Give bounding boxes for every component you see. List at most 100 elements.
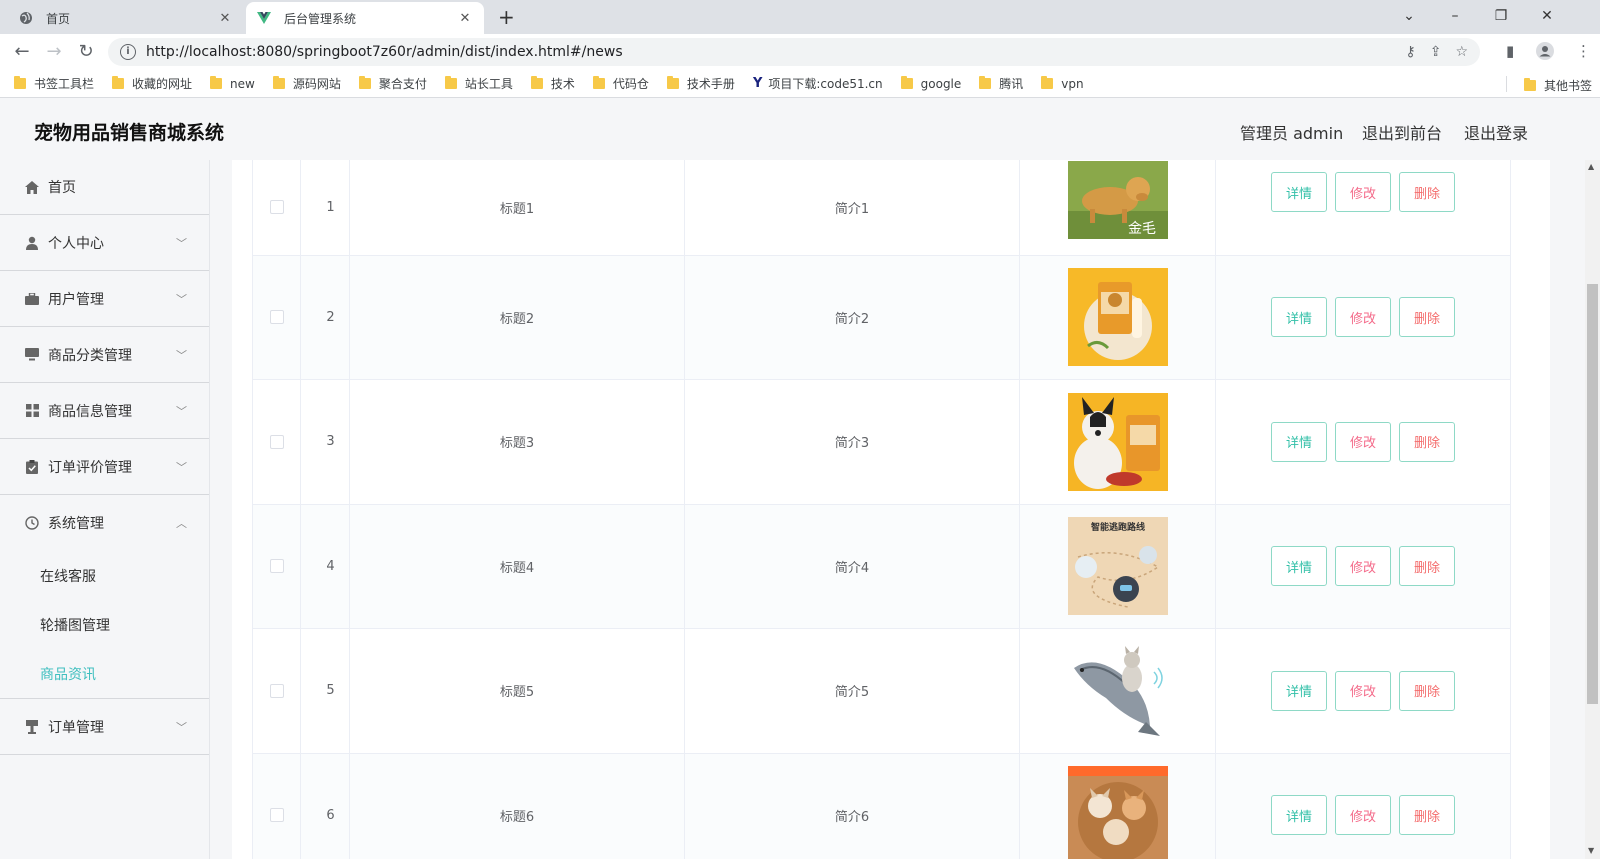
row-title: 标题5 — [349, 628, 685, 754]
row-checkbox[interactable] — [269, 310, 284, 324]
close-icon[interactable]: ✕ — [456, 11, 474, 26]
chevron-down-icon: ﹀ — [176, 237, 187, 250]
window-close-icon[interactable]: ✕ — [1524, 4, 1570, 28]
row-actions: 详情 修改 删除 — [1215, 160, 1511, 256]
edit-button[interactable]: 修改 — [1334, 670, 1391, 711]
delete-button[interactable]: 删除 — [1399, 795, 1456, 835]
main-content: 1 标题1 简介1 金毛 详情 修改 删除 2 标题2 简介2 详情 修改 删除… — [210, 160, 1600, 859]
edit-button[interactable]: 修改 — [1334, 297, 1391, 337]
folder-icon — [592, 76, 605, 89]
site-info-icon[interactable]: i — [120, 44, 136, 60]
row-actions: 详情 修改 删除 — [1215, 504, 1511, 629]
url-bar[interactable]: i http://localhost:8080/springboot7z60r/… — [108, 38, 1480, 66]
bookmark[interactable]: 书签工具栏 — [14, 75, 94, 92]
home-icon — [24, 179, 40, 195]
delete-button[interactable]: 删除 — [1399, 172, 1456, 213]
row-intro: 简介1 — [684, 160, 1020, 256]
browser-tab-admin[interactable]: 后台管理系统 ✕ — [246, 2, 484, 34]
briefcase-icon — [24, 291, 40, 307]
bookmark[interactable]: Y 项目下载:code51.cn — [753, 75, 883, 92]
app-header: 宠物用品销售商城系统 管理员 admin 退出到前台 退出登录 — [0, 98, 1600, 160]
edit-button[interactable]: 修改 — [1334, 172, 1391, 213]
delete-button[interactable]: 删除 — [1399, 670, 1456, 711]
table-row: 1 标题1 简介1 金毛 详情 修改 删除 — [252, 160, 1511, 256]
menu-kebab-icon[interactable]: ⋮ — [1576, 42, 1591, 60]
detail-button[interactable]: 详情 — [1270, 795, 1327, 835]
news-table: 1 标题1 简介1 金毛 详情 修改 删除 2 标题2 简介2 详情 修改 删除… — [252, 160, 1511, 859]
sidebar-subitem-carousel[interactable]: 轮播图管理 — [0, 600, 209, 649]
detail-button[interactable]: 详情 — [1270, 421, 1327, 462]
scroll-thumb[interactable] — [1587, 284, 1598, 704]
star-icon[interactable]: ☆ — [1455, 44, 1468, 60]
logout-link[interactable]: 退出登录 — [1464, 120, 1528, 144]
back-icon[interactable]: ← — [10, 41, 34, 63]
row-checkbox[interactable] — [269, 683, 284, 698]
new-tab-icon[interactable]: + — [498, 5, 515, 29]
bookmark[interactable]: 收藏的网址 — [112, 75, 192, 92]
profile-avatar-icon[interactable] — [1536, 42, 1554, 64]
sidebar-item-users[interactable]: 用户管理 ﹀ — [0, 271, 209, 327]
bookmark[interactable]: 技术手册 — [666, 75, 735, 92]
sidebar-item-orders[interactable]: 订单管理 ﹀ — [0, 699, 209, 755]
detail-button[interactable]: 详情 — [1270, 546, 1327, 586]
bookmark[interactable]: new — [210, 76, 255, 91]
browser-tab-home[interactable]: 首页 ✕ — [8, 2, 244, 34]
bookmark[interactable]: 站长工具 — [444, 75, 513, 92]
row-actions: 详情 修改 删除 — [1215, 753, 1511, 859]
minimize-icon[interactable]: – — [1432, 4, 1478, 28]
sidebar-subitem-online-service[interactable]: 在线客服 — [0, 551, 209, 600]
detail-button[interactable]: 详情 — [1270, 670, 1327, 711]
delete-button[interactable]: 删除 — [1399, 297, 1456, 337]
row-checkbox[interactable] — [269, 434, 284, 449]
key-icon[interactable]: ⚷ — [1405, 44, 1415, 60]
scroll-up-icon[interactable]: ▲ — [1588, 162, 1594, 171]
row-checkbox[interactable] — [269, 808, 284, 822]
reload-icon[interactable]: ↻ — [74, 41, 98, 63]
restore-icon[interactable]: ❐ — [1478, 4, 1524, 28]
sidebar-item-reviews[interactable]: 订单评价管理 ﹀ — [0, 439, 209, 495]
row-checkbox[interactable] — [269, 559, 284, 573]
side-panel-icon[interactable]: ▮ — [1506, 42, 1514, 60]
fish-toy-cat-image — [1067, 641, 1168, 740]
row-intro: 简介4 — [684, 504, 1020, 629]
sidebar-item-products[interactable]: 商品信息管理 ﹀ — [0, 383, 209, 439]
bookmark[interactable]: 腾讯 — [979, 75, 1023, 92]
bookmark[interactable]: 聚合支付 — [358, 75, 427, 92]
address-toolbar: ← → ↻ i http://localhost:8080/springboot… — [0, 34, 1600, 70]
row-image-cell: 金毛 — [1019, 160, 1216, 256]
chevron-up-icon: ︿ — [176, 517, 187, 530]
bookmark[interactable]: vpn — [1041, 76, 1084, 91]
edit-button[interactable]: 修改 — [1334, 795, 1391, 835]
forward-icon[interactable]: → — [42, 41, 66, 63]
bookmark[interactable]: 技术 — [530, 75, 575, 92]
share-icon[interactable]: ⇪ — [1430, 44, 1442, 60]
page-scrollbar[interactable]: ▲ ▼ — [1585, 160, 1600, 859]
close-icon[interactable]: ✕ — [216, 11, 234, 26]
folder-icon — [358, 76, 371, 89]
folder-icon — [900, 76, 913, 89]
detail-button[interactable]: 详情 — [1270, 172, 1327, 213]
bookmark[interactable]: google — [900, 76, 961, 91]
scroll-down-icon[interactable]: ▼ — [1588, 846, 1594, 855]
to-front-link[interactable]: 退出到前台 — [1362, 120, 1442, 144]
bookmark[interactable]: 源码网站 — [272, 75, 341, 92]
bookmark[interactable]: 代码仓 — [592, 75, 649, 92]
sidebar-subitem-news[interactable]: 商品资讯 — [0, 649, 209, 698]
detail-button[interactable]: 详情 — [1270, 297, 1327, 337]
delete-button[interactable]: 删除 — [1399, 546, 1456, 586]
folder-icon — [14, 76, 26, 89]
sidebar-item-categories[interactable]: 商品分类管理 ﹀ — [0, 327, 209, 383]
sidebar-item-profile[interactable]: 个人中心 ﹀ — [0, 215, 209, 271]
other-bookmarks[interactable]: 其他书签 — [1523, 77, 1592, 94]
edit-button[interactable]: 修改 — [1334, 421, 1391, 462]
y-logo-icon: Y — [752, 76, 763, 91]
delete-button[interactable]: 删除 — [1399, 421, 1456, 462]
row-checkbox[interactable] — [269, 200, 284, 215]
sidebar-item-system[interactable]: 系统管理 ︿ — [0, 495, 209, 551]
folder-icon — [210, 76, 223, 89]
row-index: 5 — [300, 628, 350, 754]
tab-search-icon[interactable]: ⌄ — [1386, 4, 1432, 28]
dog-food-bag-image — [1067, 268, 1168, 366]
sidebar-item-home[interactable]: 首页 — [0, 160, 209, 215]
edit-button[interactable]: 修改 — [1334, 546, 1391, 586]
